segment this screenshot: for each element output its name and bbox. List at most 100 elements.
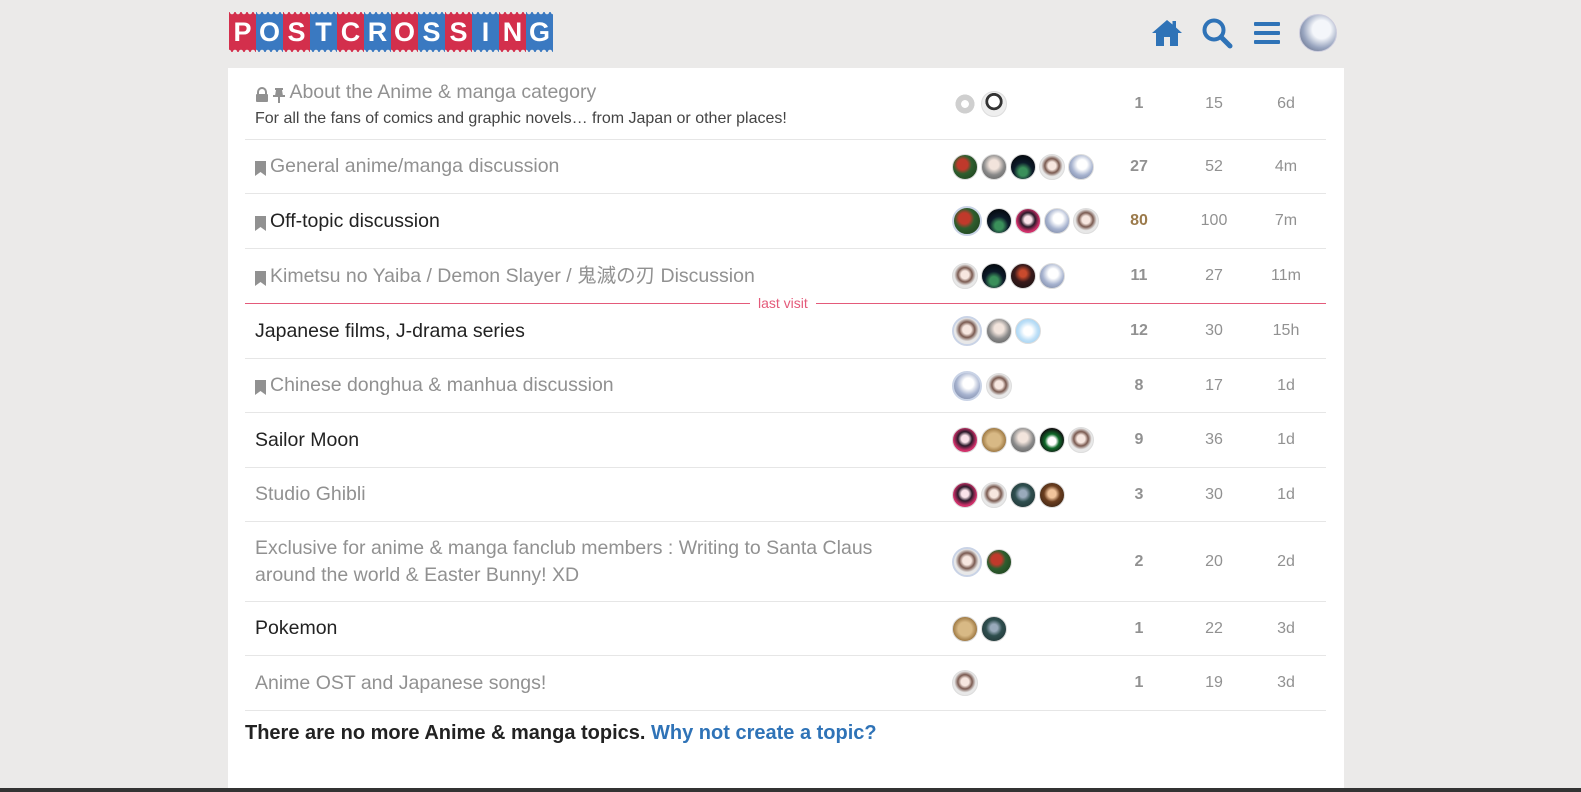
create-topic-link[interactable]: Why not create a topic? xyxy=(651,722,877,744)
header-icons xyxy=(1149,14,1337,52)
activity-time[interactable]: 7m xyxy=(1256,212,1316,230)
topic-row[interactable]: About the Anime & manga category For all … xyxy=(245,68,1326,140)
logo-letter: R xyxy=(364,12,391,52)
activity-time[interactable]: 4m xyxy=(1256,158,1316,176)
activity-time[interactable]: 15h xyxy=(1256,322,1316,340)
topic-title-cell: Sailor Moon xyxy=(245,427,935,454)
reply-count[interactable]: 1 xyxy=(1109,620,1169,638)
poster-avatar[interactable] xyxy=(1039,481,1065,508)
postcrossing-logo[interactable]: POSTCROSSING xyxy=(229,12,553,56)
topic-title-link[interactable]: Studio Ghibli xyxy=(255,483,366,505)
activity-time[interactable]: 1d xyxy=(1256,431,1316,449)
poster-avatar[interactable] xyxy=(981,615,1007,642)
poster-avatar[interactable] xyxy=(952,370,982,401)
topic-row[interactable]: Chinese donghua & manhua discussion 8 17 1d xyxy=(245,359,1326,413)
view-count: 30 xyxy=(1205,485,1223,503)
topic-title-link[interactable]: Pokemon xyxy=(255,617,337,639)
system-gear-avatar[interactable] xyxy=(952,90,978,117)
poster-avatar[interactable] xyxy=(981,427,1007,453)
poster-avatar[interactable] xyxy=(1039,427,1065,453)
logo-letter: N xyxy=(499,12,526,52)
topic-row[interactable]: Japanese films, J-drama series 12 30 15h xyxy=(245,304,1326,359)
topic-title-line: Sailor Moon xyxy=(255,427,935,454)
reply-count[interactable]: 27 xyxy=(1109,158,1169,176)
user-avatar[interactable] xyxy=(1299,14,1337,52)
logo-letter: T xyxy=(310,12,337,52)
hamburger-menu-icon[interactable] xyxy=(1249,15,1285,51)
topic-title-link[interactable]: Exclusive for anime & manga fanclub memb… xyxy=(255,537,872,586)
reply-count[interactable]: 2 xyxy=(1109,553,1169,571)
poster-avatar[interactable] xyxy=(952,615,978,642)
reply-count[interactable]: 12 xyxy=(1109,322,1169,340)
poster-avatar[interactable] xyxy=(1010,153,1036,180)
logo-letter: O xyxy=(391,12,418,52)
poster-avatar[interactable] xyxy=(986,208,1012,234)
view-count: 19 xyxy=(1205,674,1223,691)
topic-title-link[interactable]: Sailor Moon xyxy=(255,429,359,451)
topic-row[interactable]: Off-topic discussion 80 100 7m xyxy=(245,194,1326,249)
poster-avatar[interactable] xyxy=(952,263,978,289)
topic-title-link[interactable]: About the Anime & manga category xyxy=(289,81,596,103)
poster-avatar[interactable] xyxy=(981,263,1007,289)
topic-row[interactable]: Pokemon 1 22 3d xyxy=(245,602,1326,656)
poster-avatar[interactable] xyxy=(986,548,1012,575)
topic-title-link[interactable]: Anime OST and Japanese songs! xyxy=(255,672,546,694)
reply-count[interactable]: 11 xyxy=(1109,267,1169,285)
topic-row[interactable]: Exclusive for anime & manga fanclub memb… xyxy=(245,522,1326,602)
topic-title-cell: General anime/manga discussion xyxy=(245,153,935,180)
poster-avatar[interactable] xyxy=(986,318,1012,344)
search-icon[interactable] xyxy=(1199,15,1235,51)
reply-count[interactable]: 9 xyxy=(1109,431,1169,449)
reply-count[interactable]: 8 xyxy=(1109,377,1169,395)
reply-count[interactable]: 1 xyxy=(1109,95,1169,113)
topic-row[interactable]: General anime/manga discussion 27 52 4m xyxy=(245,140,1326,194)
activity-time[interactable]: 6d xyxy=(1256,95,1316,113)
reply-count[interactable]: 3 xyxy=(1109,486,1169,504)
view-count: 22 xyxy=(1205,619,1223,637)
poster-avatar[interactable] xyxy=(981,481,1007,508)
poster-avatar[interactable] xyxy=(1073,208,1099,234)
poster-avatar[interactable] xyxy=(1015,208,1041,234)
activity-time[interactable]: 1d xyxy=(1256,486,1316,504)
logo-letter: G xyxy=(526,12,553,52)
topic-title-link[interactable]: Japanese films, J-drama series xyxy=(255,320,525,342)
poster-avatar[interactable] xyxy=(952,546,982,577)
poster-avatar[interactable] xyxy=(952,481,978,508)
topic-title-line: General anime/manga discussion xyxy=(255,153,935,180)
topic-title-link[interactable]: General anime/manga discussion xyxy=(270,155,559,177)
poster-avatar[interactable] xyxy=(952,206,982,236)
topic-row[interactable]: Studio Ghibli 3 30 1d xyxy=(245,468,1326,522)
home-icon[interactable] xyxy=(1149,15,1185,51)
activity-time[interactable]: 1d xyxy=(1256,377,1316,395)
topic-row[interactable]: Sailor Moon 9 36 1d xyxy=(245,413,1326,468)
poster-avatar[interactable] xyxy=(1015,318,1041,344)
poster-avatar[interactable] xyxy=(1068,427,1094,453)
poster-avatar[interactable] xyxy=(1044,208,1070,234)
poster-avatar[interactable] xyxy=(1039,153,1065,180)
poster-avatar[interactable] xyxy=(952,153,978,180)
poster-avatar[interactable] xyxy=(1039,263,1065,289)
poster-avatar[interactable] xyxy=(1010,263,1036,289)
topic-title-link[interactable]: Kimetsu no Yaiba / Demon Slayer / 鬼滅の刃 D… xyxy=(270,265,755,287)
activity-time[interactable]: 11m xyxy=(1256,267,1316,285)
topic-row[interactable]: Anime OST and Japanese songs! 1 19 3d xyxy=(245,656,1326,711)
poster-avatar[interactable] xyxy=(981,90,1007,117)
reply-count[interactable]: 80 xyxy=(1109,212,1169,230)
poster-avatar[interactable] xyxy=(952,670,978,696)
activity-time[interactable]: 2d xyxy=(1256,553,1316,571)
view-count: 20 xyxy=(1205,552,1223,570)
topic-title-link[interactable]: Off-topic discussion xyxy=(270,210,440,232)
topic-title-cell: Pokemon xyxy=(245,615,935,642)
bookmark-icon xyxy=(255,380,266,396)
poster-avatar[interactable] xyxy=(1010,481,1036,508)
poster-avatar[interactable] xyxy=(981,153,1007,180)
poster-avatar[interactable] xyxy=(1010,427,1036,453)
activity-time[interactable]: 3d xyxy=(1256,674,1316,692)
poster-avatar[interactable] xyxy=(952,316,982,346)
poster-avatar[interactable] xyxy=(986,372,1012,399)
reply-count[interactable]: 1 xyxy=(1109,674,1169,692)
poster-avatar[interactable] xyxy=(1068,153,1094,180)
activity-time[interactable]: 3d xyxy=(1256,620,1316,638)
poster-avatar[interactable] xyxy=(952,427,978,453)
topic-title-link[interactable]: Chinese donghua & manhua discussion xyxy=(270,374,614,396)
